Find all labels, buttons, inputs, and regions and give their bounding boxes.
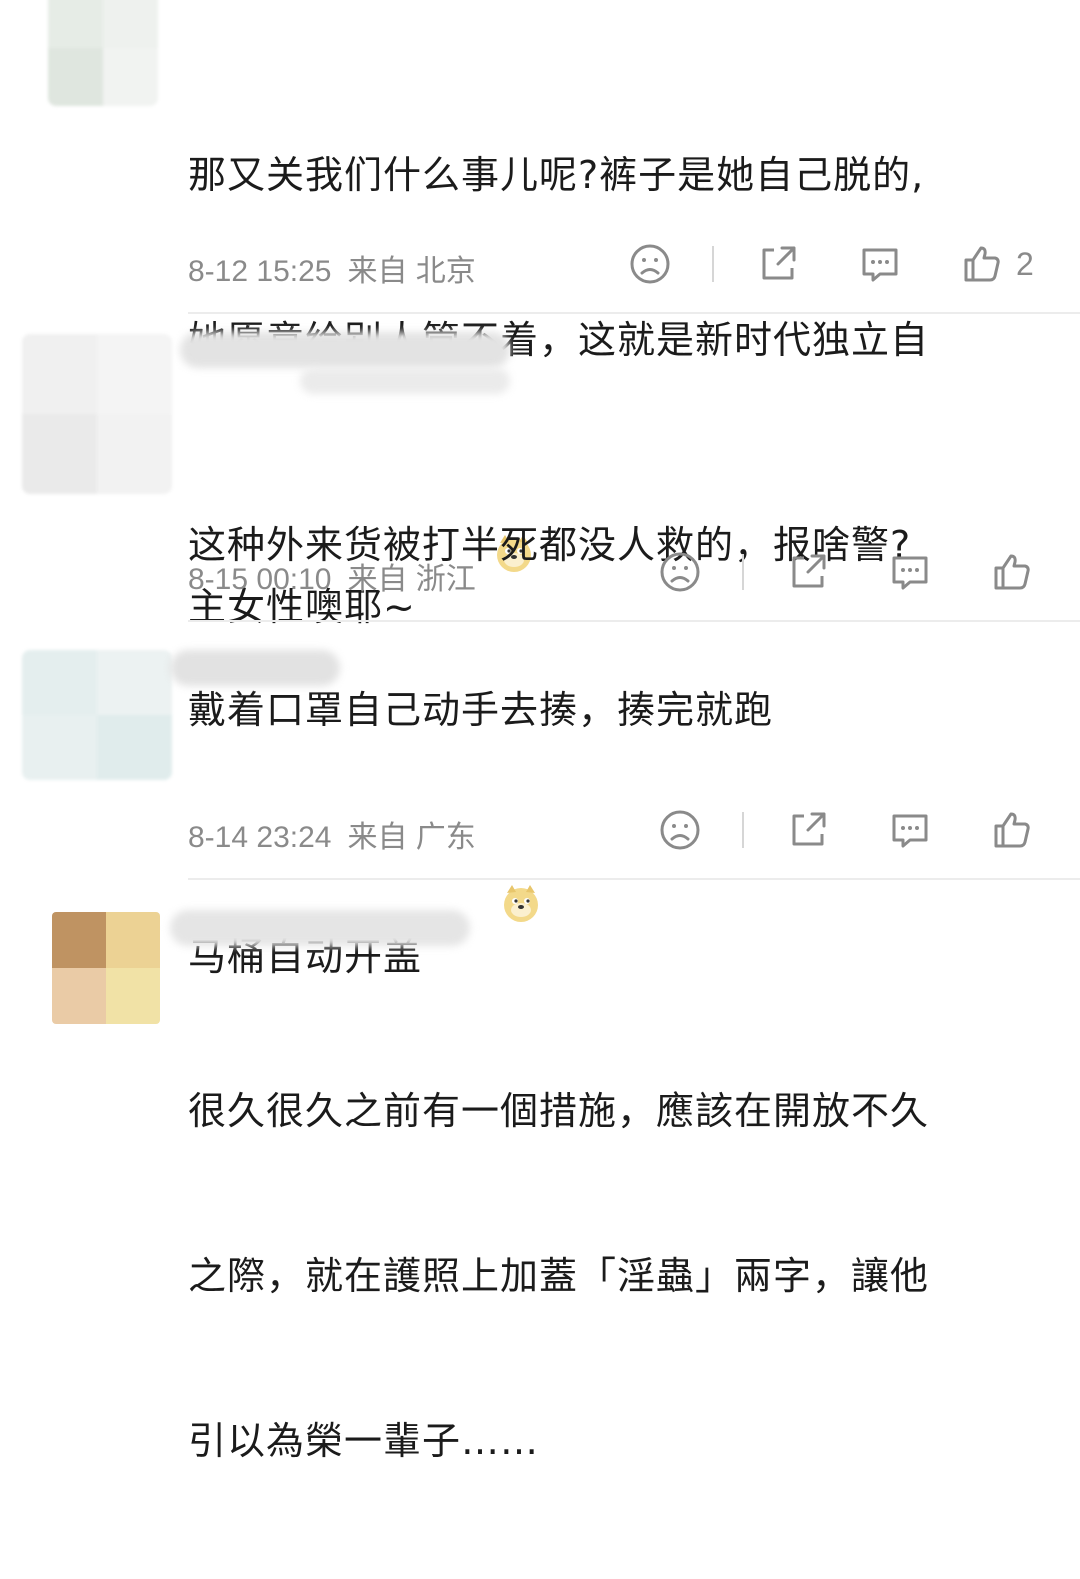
comment-actions: [658, 808, 1058, 852]
comment-time: 8-12 15:25: [188, 255, 332, 288]
comment-time: 8-15 00:10: [188, 563, 332, 596]
like-count: 2: [1016, 245, 1034, 282]
comment-time: 8-14 23:24: [188, 821, 332, 854]
avatar[interactable]: [22, 334, 172, 494]
share-icon: [792, 554, 826, 588]
comment-actions: 2: [628, 242, 1080, 286]
separator: [712, 246, 714, 282]
comment-item: 很久很久之前有一個措施，應該在開放不久 之際，就在護照上加蓋「淫蟲」兩字，讓他 …: [0, 880, 1080, 1463]
comment-item: 这种外来货被打半死都没人救的，报啥警? 戴着口罩自己动手去揍，揍完就跑 8-15…: [0, 314, 1080, 732]
comment-meta: 8-12 15:25 来自 北京: [188, 246, 476, 290]
comment-location: 来自 浙江: [347, 563, 476, 596]
like-button[interactable]: [990, 550, 1046, 594]
share-icon: [762, 246, 796, 280]
avatar[interactable]: [22, 650, 172, 780]
comment-item: 那又关我们什么事儿呢?裤子是她自己脱的, 她愿意给别人管不着，这就是新时代独立自…: [0, 0, 1080, 629]
username-sub: [300, 368, 510, 394]
sad-face-icon: [660, 810, 700, 850]
sad-face-icon: [630, 244, 670, 284]
separator: [742, 812, 744, 848]
comment-meta: 8-14 23:24 来自 广东: [188, 812, 476, 856]
reply-button[interactable]: [858, 242, 902, 286]
share-button[interactable]: [786, 808, 830, 852]
dislike-button[interactable]: [658, 808, 702, 852]
separator: [742, 554, 744, 590]
comment-text: 很久很久之前有一個措施，應該在開放不久 之際，就在護照上加蓋「淫蟲」兩字，讓他 …: [188, 1089, 930, 1463]
comment-item: 马桶自动开盖 8-14 23:24 来自 广东: [0, 622, 1080, 979]
comment-meta: 8-15 00:10 来自 浙江: [188, 554, 476, 598]
thumbs-up-icon: [994, 554, 1030, 590]
username[interactable]: [170, 910, 470, 946]
share-icon: [792, 812, 826, 846]
dislike-button[interactable]: [658, 550, 702, 594]
username[interactable]: [180, 332, 510, 368]
comment-actions: [658, 550, 1058, 594]
comment-bubble-icon: [862, 248, 898, 282]
dislike-button[interactable]: [628, 242, 672, 286]
reply-button[interactable]: [888, 550, 932, 594]
reply-button[interactable]: [888, 808, 932, 852]
comment-bubble-icon: [892, 814, 928, 848]
thumbs-up-icon: [964, 246, 1000, 282]
username[interactable]: [170, 650, 340, 686]
comment-location: 来自 广东: [347, 821, 476, 854]
like-button[interactable]: 2: [960, 242, 1034, 286]
comment-bubble-icon: [892, 556, 928, 590]
share-button[interactable]: [786, 550, 830, 594]
like-button[interactable]: [990, 808, 1046, 852]
thumbs-up-icon: [994, 812, 1030, 848]
comment-location: 来自 北京: [347, 255, 476, 288]
avatar[interactable]: [48, 0, 158, 106]
sad-face-icon: [660, 552, 700, 592]
share-button[interactable]: [756, 242, 800, 286]
avatar[interactable]: [52, 912, 160, 1024]
